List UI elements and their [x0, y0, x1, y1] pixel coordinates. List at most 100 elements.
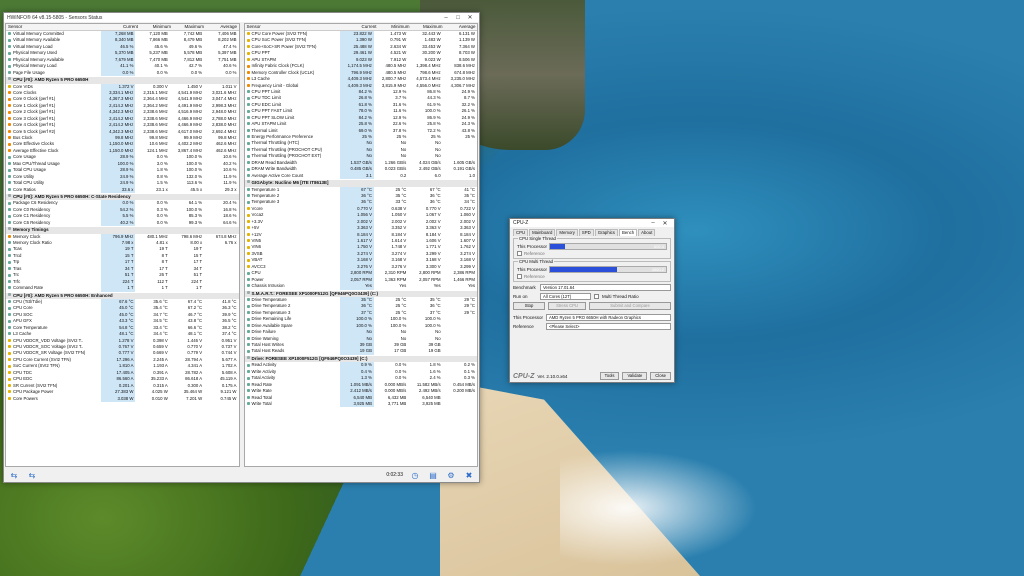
settings-icon[interactable]: ⚙: [445, 470, 457, 480]
multi-thread-score: 4560.2: [651, 267, 664, 272]
column-header[interactable]: Current: [344, 24, 376, 30]
sensor-icon: [246, 298, 250, 302]
nav-right-icon[interactable]: ⇆: [26, 470, 38, 480]
cpuz-tabs: CPU Mainboard Memory SPD Graphics Bench About: [510, 227, 674, 236]
sensor-name: Chassis Intrusion: [245, 283, 340, 289]
sensor-icon: [246, 116, 250, 120]
column-header[interactable]: Sensor: [6, 24, 105, 30]
minimize-icon[interactable]: –: [440, 15, 452, 21]
submit-compare-button[interactable]: Submit and Compare: [589, 301, 671, 310]
sensor-icon: [246, 45, 250, 49]
sensor-minimum: 0.2: [400, 172, 407, 178]
tools-button[interactable]: Tools: [599, 372, 620, 380]
sensor-label: Read Rate: [251, 381, 273, 387]
sensor-label: APU STAPM: [251, 56, 277, 62]
tab-cpu[interactable]: CPU: [513, 229, 529, 236]
sensor-row[interactable]: Core Ratios 33.6 x 23.1 x 45.5 x 29.3 x: [6, 186, 239, 193]
column-headers[interactable]: Sensor Current Minimum Maximum Average: [244, 24, 477, 31]
column-header[interactable]: Maximum: [171, 24, 204, 30]
close-icon[interactable]: ✕: [659, 220, 671, 227]
close-icon[interactable]: ✕: [464, 14, 476, 21]
runon-label: Run on: [513, 294, 528, 299]
sensor-row[interactable]: Core Powers 3.038 W 0.010 W 7.201 W 0.745 W: [6, 395, 239, 402]
runon-select[interactable]: All Cores (12T): [540, 293, 591, 300]
sensor-icon: [8, 51, 11, 55]
sensor-row[interactable]: Chassis Intrusion Yes Yes Yes Yes: [245, 283, 478, 290]
sensor-row[interactable]: Page File Usage 0.0 % 0.0 % 0.0 % 0.0 %: [6, 69, 239, 77]
validate-button[interactable]: Validate: [622, 372, 648, 380]
sensor-label: Core C1 Residency: [13, 213, 51, 219]
sensor-icon: [8, 168, 11, 172]
sensor-maximum: 7.201 W: [186, 395, 203, 401]
column-header[interactable]: Current: [105, 24, 138, 30]
tab-spd[interactable]: SPD: [578, 229, 594, 236]
reference-label: Reference: [524, 250, 545, 256]
sensor-icon: [246, 213, 250, 217]
sensor-average: 64.6 %: [223, 219, 237, 225]
stress-cpu-button[interactable]: Stress CPU: [548, 301, 586, 310]
tab-bench[interactable]: Bench: [618, 229, 638, 236]
sensor-label: Page File Usage: [13, 69, 45, 75]
sensor-list: CPU Core Power (SVI2 TFN) 23.822 W 1.473 W…: [244, 31, 478, 408]
single-thread-bar: 602.4: [549, 243, 667, 250]
sensor-label: Thermal Limit: [251, 127, 278, 133]
cpuz-titlebar[interactable]: CPU-Z – ✕: [510, 219, 674, 227]
column-header[interactable]: Maximum: [410, 24, 443, 30]
sensor-label: AVCC3: [251, 263, 266, 269]
column-header[interactable]: Average: [443, 24, 476, 30]
chip-icon: [246, 355, 250, 359]
column-header[interactable]: Average: [204, 24, 237, 30]
hwinfo-window: HWiNFO® 64 v8.15-5805 - Sensors Status –…: [3, 12, 480, 483]
sensor-icon: [8, 187, 11, 191]
sensor-label: VBAT: [251, 257, 263, 263]
tab-about[interactable]: About: [638, 229, 656, 236]
column-header[interactable]: Sensor: [245, 24, 344, 30]
column-header[interactable]: Minimum: [138, 24, 171, 30]
sensor-icon: [246, 207, 250, 211]
sensor-icon: [8, 286, 11, 290]
sensor-icon: [8, 338, 11, 342]
minimize-icon[interactable]: –: [647, 220, 659, 226]
tab-mainboard[interactable]: Mainboard: [529, 229, 556, 236]
sensor-current: 19 GB: [339, 348, 374, 355]
sensor-label: Vcca2: [251, 212, 264, 218]
reference-checkbox[interactable]: [517, 250, 522, 256]
maximize-icon[interactable]: □: [452, 15, 464, 21]
tab-memory[interactable]: Memory: [556, 229, 578, 236]
sensor-icon: [8, 234, 11, 238]
sensor-minimum: 0.010 W: [151, 395, 168, 401]
sensor-label: Power: [251, 276, 264, 282]
sensor-label: Core 4 Clock (perf #1): [13, 122, 56, 128]
close-sensors-icon[interactable]: ✖: [463, 470, 475, 480]
sensor-label: Drive Available Spare: [251, 322, 293, 328]
clock-icon[interactable]: ◷: [409, 470, 421, 480]
sensor-icon: [246, 311, 250, 315]
sensor-label: Total CPU Usage: [13, 167, 46, 173]
benchmark-select[interactable]: Version 17.01.64: [540, 284, 671, 291]
column-headers[interactable]: Sensor Current Minimum Maximum Average: [6, 24, 239, 31]
sensor-icon: [246, 187, 250, 191]
reference-checkbox[interactable]: [517, 273, 522, 279]
sensor-row[interactable]: Core C6 Residency 40.2 % 0.0 % 99.3 % 64.6 %: [6, 219, 239, 227]
close-button[interactable]: Close: [650, 372, 671, 380]
multi-ratio-checkbox[interactable]: [594, 294, 599, 299]
sensor-pane-left[interactable]: Sensor Current Minimum Maximum Average Virtu…: [5, 23, 240, 467]
nav-left-icon[interactable]: ⇆: [8, 470, 20, 480]
sensor-icon: [246, 154, 250, 158]
sensor-icon: [8, 345, 11, 349]
sensor-row[interactable]: Average Active Core Count 3.1 0.2 6.0 1.0: [245, 172, 478, 180]
tab-graphics[interactable]: Graphics: [594, 229, 618, 236]
multi-thread-bar: 4560.2: [549, 266, 667, 273]
sensor-row[interactable]: Command Rate 1 T 1 T 1 T: [6, 285, 239, 292]
sensor-label: Drive Warning: [251, 335, 279, 341]
sensor-label: Temperature 2: [251, 192, 280, 198]
column-header[interactable]: Minimum: [377, 24, 409, 30]
reference-select[interactable]: <Please Select>: [546, 323, 671, 330]
hwinfo-titlebar[interactable]: HWiNFO® 64 v8.15-5805 - Sensors Status –…: [4, 13, 479, 22]
sensor-pane-right[interactable]: Sensor Current Minimum Maximum Average CPU C…: [243, 23, 478, 467]
sensor-current: 3.1: [339, 172, 374, 180]
sensor-row[interactable]: Write Total 3,925 MB 3,771 MB 3,925 MB: [245, 400, 478, 408]
report-icon[interactable]: ▤: [427, 470, 439, 480]
stop-button[interactable]: Stop: [513, 301, 545, 310]
sensor-row[interactable]: Total Host Reads 19 GB 17 GB 19 GB: [245, 348, 478, 355]
